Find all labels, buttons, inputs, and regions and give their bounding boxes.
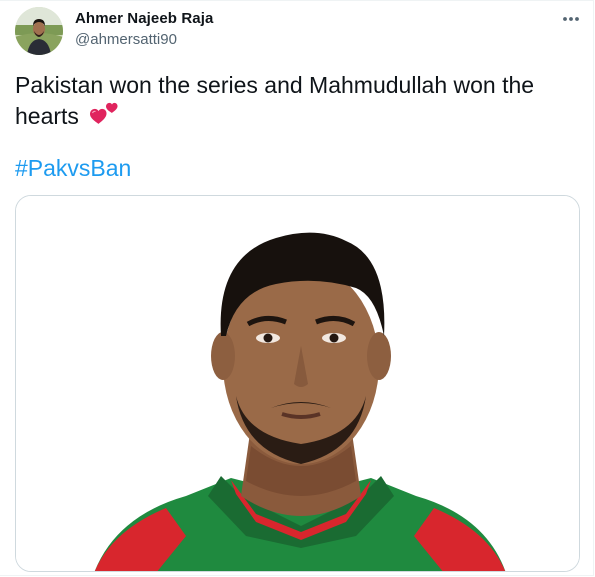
two-hearts-icon xyxy=(88,100,118,133)
author-name[interactable]: Ahmer Najeeb Raja xyxy=(75,10,213,27)
more-options-icon[interactable] xyxy=(558,9,584,29)
hashtag-link[interactable]: #PakvsBan xyxy=(15,155,131,182)
author-avatar[interactable] xyxy=(15,7,63,55)
tweet-text: Pakistan won the series and Mahmudullah … xyxy=(15,71,575,133)
author-handle[interactable]: @ahmersatti90 xyxy=(75,31,177,48)
tweet-media-image[interactable] xyxy=(15,195,580,572)
tweet-card[interactable]: Ahmer Najeeb Raja @ahmersatti90 Pakistan… xyxy=(0,0,594,576)
